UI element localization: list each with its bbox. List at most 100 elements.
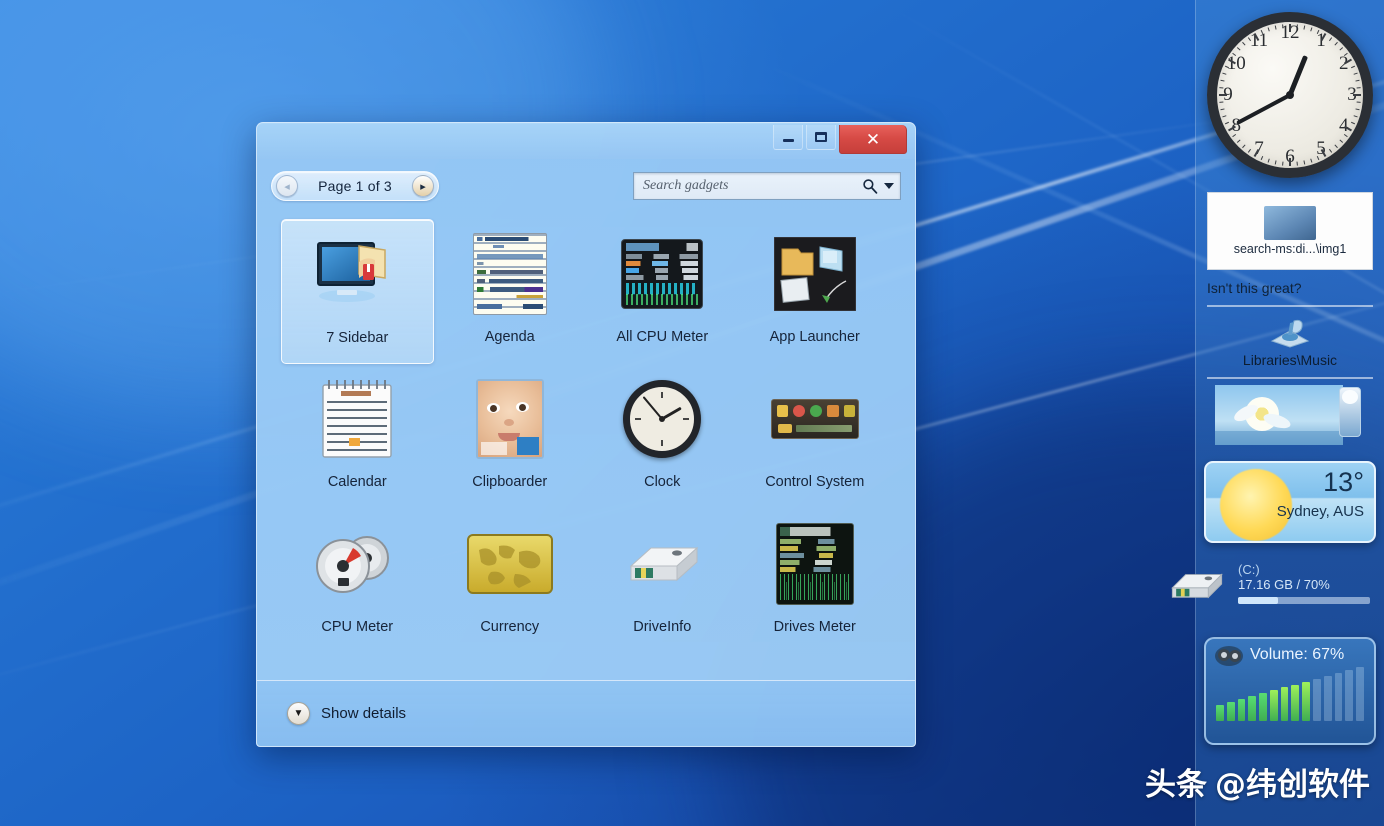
speaker-icon: [1215, 646, 1243, 666]
watermark: 头条 @纬创软件: [1145, 759, 1370, 804]
clock-minute-hand: [1236, 93, 1291, 125]
gallery-toolbar: ◂ Page 1 of 3 ▸: [257, 159, 915, 213]
clock-hour-hand: [1287, 55, 1309, 96]
clock-tick: [1351, 121, 1356, 125]
gadget-thumbnail: [465, 521, 555, 607]
page-indicator: Page 1 of 3: [318, 178, 392, 194]
watermark-handle: @纬创软件: [1215, 767, 1370, 803]
clock-tick: [1356, 101, 1361, 103]
drives-meter-gadget-icon: [775, 523, 854, 605]
gadget-thumbnail: [465, 376, 555, 462]
clock-tick: [1334, 41, 1338, 46]
sidebar-picture-gadget[interactable]: search-ms:di...\img1: [1207, 192, 1373, 270]
clock-tick: [1267, 158, 1270, 163]
clock-tick: [1236, 47, 1241, 51]
sidebar-clock-gadget[interactable]: 121234567891011: [1207, 12, 1373, 178]
gadget-tile-7-sidebar[interactable]: 7 Sidebar: [281, 219, 434, 364]
clock-tick: [1222, 115, 1227, 118]
gadget-tile-clock[interactable]: Clock: [586, 364, 739, 509]
clock-tick: [1355, 79, 1360, 82]
gadget-tile-calendar[interactable]: Calendar: [281, 364, 434, 509]
gadget-thumbnail: [770, 521, 860, 607]
clock-tick: [1242, 144, 1246, 149]
window-titlebar: ✕: [257, 123, 915, 159]
cpu-meter-gadget-icon: [316, 536, 390, 593]
clock-tick: [1310, 158, 1313, 163]
previous-page-button[interactable]: ◂: [276, 175, 298, 197]
volume-bar: [1237, 699, 1246, 721]
agenda-gadget-icon: [472, 233, 547, 315]
clock-tick: [1289, 24, 1291, 32]
gadget-tile-agenda[interactable]: Agenda: [434, 219, 587, 364]
gadget-tile-clipboarder[interactable]: Clipboarder: [434, 364, 587, 509]
gadget-tile-app-launcher[interactable]: App Launcher: [739, 219, 892, 364]
sidebar-divider: [1207, 377, 1373, 379]
volume-label: Volume: 67%: [1250, 646, 1345, 663]
clock-tick: [1219, 94, 1227, 96]
gadget-tile-currency[interactable]: Currency: [434, 509, 587, 654]
gadget-name: App Launcher: [769, 329, 860, 345]
clock-tick: [1303, 25, 1306, 30]
gadget-thumbnail: [770, 376, 860, 462]
clock-tick: [1220, 108, 1225, 111]
gadget-thumbnail: [312, 232, 402, 318]
minimize-button[interactable]: [773, 125, 803, 150]
show-details-label[interactable]: Show details: [321, 705, 406, 722]
clock-tick: [1355, 108, 1360, 111]
clock-tick: [1219, 87, 1224, 89]
gadget-name: Currency: [480, 619, 540, 635]
gadget-tile-cpu-meter[interactable]: CPU Meter: [281, 509, 434, 654]
gadget-tile-drives-meter[interactable]: Drives Meter: [739, 509, 892, 654]
maximize-icon: [815, 132, 827, 142]
gallery-footer: ▼ Show details: [257, 680, 915, 746]
media-library-icon: [1270, 319, 1310, 348]
drive-usage-fill: [1238, 597, 1278, 604]
sidebar-divider: [1207, 305, 1373, 307]
clock-tick: [1289, 158, 1291, 166]
picture-thumbnail: [1264, 206, 1316, 240]
next-page-button[interactable]: ▸: [412, 175, 434, 197]
clock-tick: [1351, 65, 1356, 69]
pagination-control: ◂ Page 1 of 3 ▸: [271, 171, 439, 201]
gadget-thumbnail: [617, 521, 707, 607]
clock-tick: [1274, 160, 1277, 165]
show-details-toggle[interactable]: ▼: [287, 702, 310, 725]
volume-bar: [1313, 678, 1321, 721]
clock-tick: [1220, 79, 1225, 82]
gadget-tile-control-system[interactable]: Control System: [739, 364, 892, 509]
weather-location: Sydney, AUS: [1276, 503, 1364, 520]
drive-stats-label: 17.16 GB / 70%: [1238, 577, 1330, 592]
close-button[interactable]: ✕: [839, 125, 907, 154]
sidebar-gadget-icon: [317, 242, 386, 302]
minimize-icon: [782, 139, 794, 142]
search-input[interactable]: [643, 178, 860, 194]
watermark-brand: 头条: [1145, 767, 1207, 803]
sidebar-media-gadget[interactable]: Libraries\Music: [1207, 315, 1373, 368]
search-box[interactable]: [633, 172, 901, 200]
gadget-thumbnail: [617, 376, 707, 462]
clipboarder-gadget-icon: [475, 379, 544, 459]
volume-bar: [1269, 690, 1278, 721]
gadget-tile-driveinfo[interactable]: DriveInfo: [586, 509, 739, 654]
sidebar-volume-gadget[interactable]: Volume: 67%: [1204, 637, 1376, 745]
drive-usage-bar: [1238, 597, 1370, 604]
volume-bar: [1226, 702, 1235, 721]
clock-tick: [1356, 87, 1361, 89]
clock-tick: [1328, 148, 1333, 153]
chevron-down-icon[interactable]: [884, 183, 894, 189]
search-icon[interactable]: [862, 178, 878, 194]
maximize-button[interactable]: [806, 125, 836, 150]
clock-tick: [1274, 25, 1277, 30]
gadget-tile-all-cpu-meter[interactable]: All CPU Meter: [586, 219, 739, 364]
clock-tick: [1242, 41, 1246, 46]
sidebar-weather-gadget[interactable]: 13° Sydney, AUS: [1204, 461, 1376, 543]
gadget-name: Drives Meter: [773, 619, 856, 635]
sidebar-slideshow-gadget[interactable]: [1207, 385, 1373, 447]
clock-gadget-icon: [623, 380, 702, 458]
sidebar-drive-gadget[interactable]: (C:) 17.16 GB / 70%: [1171, 555, 1384, 621]
volume-bars: [1216, 665, 1364, 721]
gadget-name: All CPU Meter: [616, 329, 709, 345]
clock-tick: [1247, 148, 1252, 153]
clock-tick: [1224, 121, 1229, 125]
close-icon: ✕: [865, 129, 881, 149]
